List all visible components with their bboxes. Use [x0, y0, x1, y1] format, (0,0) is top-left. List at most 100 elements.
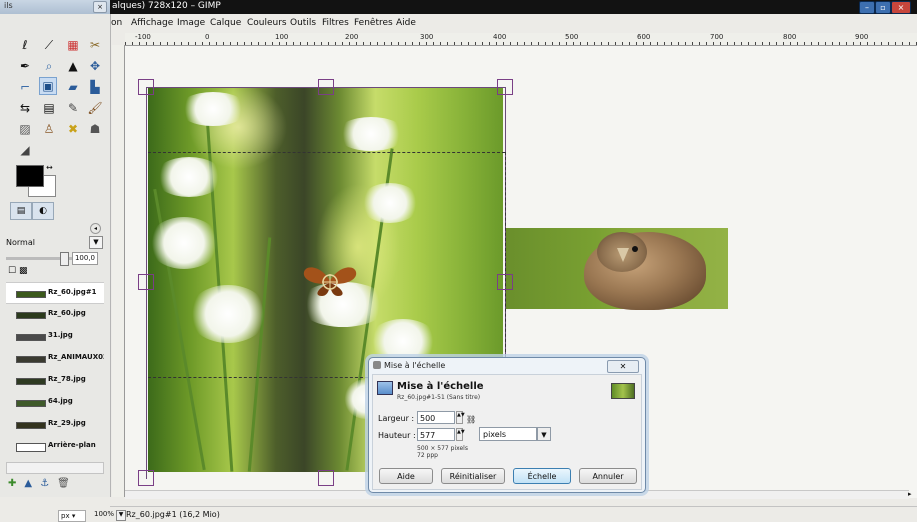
maximize-button[interactable]: ▫: [875, 1, 891, 14]
opacity-slider-handle[interactable]: [60, 252, 69, 266]
height-spinner[interactable]: ▲▼: [456, 428, 465, 441]
width-spinner[interactable]: ▲▼: [456, 411, 465, 424]
color-select-icon[interactable]: ▦: [64, 36, 82, 54]
scale-button[interactable]: Échelle: [513, 468, 571, 484]
clone-icon[interactable]: ♙: [40, 120, 58, 138]
paintbrush-icon[interactable]: 🖌: [86, 99, 104, 117]
navigate-icon[interactable]: ▸: [908, 490, 917, 499]
scale-handle-bottom[interactable]: [318, 470, 334, 486]
cancel-button[interactable]: Annuler: [579, 468, 637, 484]
perspective-icon[interactable]: ▙: [86, 78, 104, 96]
layer-item[interactable]: Rz_29.jpg: [6, 414, 104, 434]
ruler-label: 700: [710, 33, 724, 41]
move-icon[interactable]: ✥: [86, 57, 104, 75]
layer-mode-label[interactable]: Normal: [6, 238, 35, 247]
menu-windows[interactable]: Fenêtres: [354, 18, 393, 28]
size-info: 500 × 577 pixels: [417, 445, 468, 452]
flip-icon[interactable]: ⇆: [16, 99, 34, 117]
shear-icon[interactable]: ▰: [64, 78, 82, 96]
minimize-button[interactable]: –: [859, 1, 875, 14]
raise-layer-icon[interactable]: ▲: [24, 478, 40, 489]
new-layer-icon[interactable]: ✚: [8, 478, 24, 489]
zoom-icon[interactable]: ⌕: [40, 57, 58, 75]
layers-tab-icon[interactable]: ▤: [10, 202, 32, 220]
layer-boundary-right: [505, 152, 506, 357]
scale-handle-left[interactable]: [138, 274, 154, 290]
lock-checkbox[interactable]: ☐: [8, 266, 16, 276]
ruler-label: 300: [420, 33, 434, 41]
reset-button[interactable]: Réinitialiser: [441, 468, 505, 484]
menu-colors[interactable]: Couleurs: [247, 18, 287, 28]
unit-selector[interactable]: px ▾: [58, 510, 86, 522]
zoom-level[interactable]: 100%: [94, 510, 114, 518]
channels-tab-icon[interactable]: ◐: [32, 202, 54, 220]
dodge-burn-icon[interactable]: ◢: [16, 141, 34, 159]
scale-handle-top-right[interactable]: [497, 79, 513, 95]
scale-handle-bottom-left[interactable]: [138, 470, 154, 486]
toolbox-close-button[interactable]: ×: [93, 1, 107, 13]
scale-handle-right[interactable]: [497, 274, 513, 290]
pencil-icon[interactable]: ✎: [64, 99, 82, 117]
menu-view[interactable]: Affichage: [131, 18, 173, 28]
unit-value: px: [61, 512, 70, 520]
fuzzy-select-icon[interactable]: ⟋: [40, 36, 58, 54]
dialog-body: Mise à l'échelle Rz_60.jpg#1-51 (Sans ti…: [372, 374, 642, 490]
anchor-icon[interactable]: ⚓: [40, 478, 57, 489]
layer-item[interactable]: Rz_ANIMAUX02: [6, 348, 104, 368]
layer-thumbnail: [16, 378, 46, 385]
layers-scrollbar[interactable]: [6, 462, 104, 474]
scissors-select-icon[interactable]: ✂: [86, 36, 104, 54]
scale-handle-top[interactable]: [318, 79, 334, 95]
dock-menu-icon[interactable]: ◂: [90, 223, 101, 234]
chevron-down-icon[interactable]: ▼: [89, 236, 103, 249]
chevron-down-icon[interactable]: ▼: [537, 427, 551, 441]
menu-image[interactable]: Image: [177, 18, 205, 28]
chevron-down-icon[interactable]: ▼: [116, 510, 126, 521]
layer-item[interactable]: Arrière-plan: [6, 436, 104, 456]
chain-link-icon[interactable]: ⛓: [466, 415, 476, 424]
layer-thumbnail: [16, 334, 46, 341]
lock-alpha-icon[interactable]: ▩: [19, 266, 28, 276]
help-button[interactable]: Aide: [379, 468, 433, 484]
menu-item[interactable]: on: [111, 18, 122, 28]
measure-icon[interactable]: ▲: [64, 57, 82, 75]
layer-item[interactable]: 31.jpg: [6, 326, 104, 346]
eraser-icon[interactable]: ▨: [16, 120, 34, 138]
scale-tool-icon[interactable]: ▣: [39, 77, 57, 95]
dialog-close-button[interactable]: ✕: [607, 360, 639, 373]
opacity-value[interactable]: 100,0: [72, 252, 98, 265]
blend-icon[interactable]: ▤: [40, 99, 58, 117]
resolution-info: 72 ppp: [417, 452, 438, 459]
foreground-color-swatch[interactable]: [16, 165, 44, 187]
menu-layer[interactable]: Calque: [210, 18, 241, 28]
layer-item[interactable]: Rz_60.jpg#1: [6, 282, 104, 304]
scale-handle-top-left[interactable]: [138, 79, 154, 95]
ruler-label: -100: [135, 33, 151, 41]
status-message: Rz_60.jpg#1 (16,2 Mio): [126, 510, 220, 519]
ruler-label: 100: [275, 33, 289, 41]
heal-icon[interactable]: ✖: [64, 120, 82, 138]
layer-thumbnail: [16, 400, 46, 407]
layer-boundary-bottom: [148, 377, 368, 378]
close-button[interactable]: ×: [891, 1, 911, 14]
layer-name: Rz_78.jpg: [48, 375, 86, 383]
layer-thumbnail: [16, 291, 46, 298]
menu-tools[interactable]: Outils: [290, 18, 316, 28]
smudge-icon[interactable]: ☗: [86, 120, 104, 138]
menu-help[interactable]: Aide: [396, 18, 416, 28]
height-field[interactable]: 577: [417, 428, 455, 441]
crop-icon[interactable]: ⌐: [16, 78, 34, 96]
menu-filters[interactable]: Filtres: [322, 18, 349, 28]
window-title: alques) 728x120 – GIMP: [112, 1, 221, 11]
layer-item[interactable]: Rz_60.jpg: [6, 304, 104, 324]
layer-item[interactable]: Rz_78.jpg: [6, 370, 104, 390]
layer-thumbnail: [16, 422, 46, 429]
bird-eye: [632, 246, 638, 252]
layer-item[interactable]: 64.jpg: [6, 392, 104, 412]
delete-layer-icon[interactable]: 🗑: [57, 478, 78, 489]
swap-colors-icon[interactable]: ↔: [46, 163, 53, 172]
paths-icon[interactable]: ✒: [16, 57, 34, 75]
unit-combo[interactable]: pixels: [479, 427, 537, 441]
lasso-select-icon[interactable]: ℓ: [16, 36, 34, 54]
width-field[interactable]: 500: [417, 411, 455, 424]
